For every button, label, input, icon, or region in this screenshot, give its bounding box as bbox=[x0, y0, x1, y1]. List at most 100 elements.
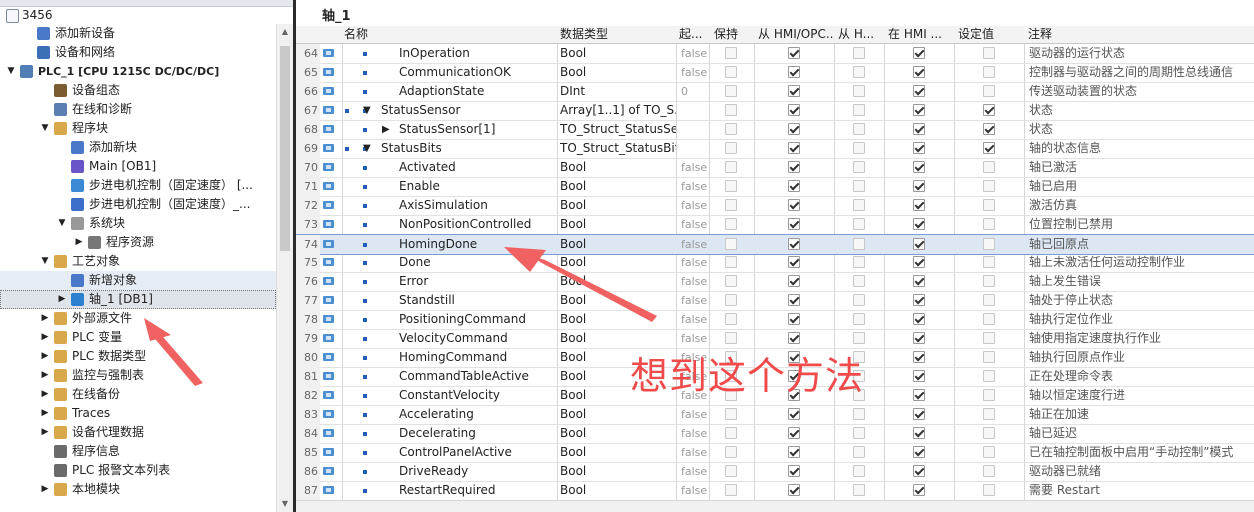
row-start-value[interactable]: false bbox=[681, 44, 707, 63]
row-comment[interactable]: 驱动器已就绪 bbox=[1029, 462, 1101, 481]
visible-hmi-checkbox[interactable] bbox=[913, 408, 925, 420]
row-datatype[interactable]: TO_Struct_StatusSe... bbox=[560, 120, 676, 139]
row-comment[interactable]: 轴已激活 bbox=[1029, 158, 1077, 177]
visible-hmi-checkbox[interactable] bbox=[913, 370, 925, 382]
row-name[interactable]: HomingDone bbox=[399, 235, 477, 254]
row-datatype[interactable]: Bool bbox=[560, 215, 676, 234]
retain-checkbox[interactable] bbox=[725, 238, 737, 250]
setpoint-checkbox[interactable] bbox=[983, 389, 995, 401]
visible-hmi-checkbox[interactable] bbox=[913, 199, 925, 211]
retain-checkbox[interactable] bbox=[725, 104, 737, 116]
expand-icon[interactable]: ▶ bbox=[74, 233, 84, 252]
row-comment[interactable]: 状态 bbox=[1029, 120, 1053, 139]
table-row[interactable]: 69 ▼ StatusBits TO_Struct_StatusBits 轴的状态信息 bbox=[296, 139, 1254, 159]
setpoint-checkbox[interactable] bbox=[983, 294, 995, 306]
tree-item[interactable]: 程序信息 bbox=[0, 442, 276, 461]
tree-item[interactable]: 设备组态 bbox=[0, 81, 276, 100]
visible-hmi-checkbox[interactable] bbox=[913, 123, 925, 135]
writable-hmi-checkbox[interactable] bbox=[853, 104, 865, 116]
tree-item[interactable]: 在线和诊断 bbox=[0, 100, 276, 119]
retain-checkbox[interactable] bbox=[725, 85, 737, 97]
setpoint-checkbox[interactable] bbox=[983, 332, 995, 344]
table-row[interactable]: 71 Enable Bool false 轴已启用 bbox=[296, 177, 1254, 197]
row-start-value[interactable]: false bbox=[681, 424, 707, 443]
table-row[interactable]: 74 HomingDone Bool false 轴已回原点 bbox=[296, 234, 1254, 255]
expand-icon[interactable]: ▶ bbox=[40, 328, 50, 347]
retain-checkbox[interactable] bbox=[725, 408, 737, 420]
expand-icon[interactable]: ▶ bbox=[40, 404, 50, 423]
row-start-value[interactable]: false bbox=[681, 196, 707, 215]
accessible-hmi-checkbox[interactable] bbox=[788, 66, 800, 78]
retain-checkbox[interactable] bbox=[725, 47, 737, 59]
writable-hmi-checkbox[interactable] bbox=[853, 66, 865, 78]
table-row[interactable]: 77 Standstill Bool false 轴处于停止状态 bbox=[296, 291, 1254, 311]
visible-hmi-checkbox[interactable] bbox=[913, 332, 925, 344]
row-name[interactable]: InOperation bbox=[399, 44, 470, 63]
col-header-accessible-hmi[interactable]: 从 HMI/OPC... bbox=[758, 26, 834, 43]
row-name[interactable]: StatusSensor bbox=[381, 101, 460, 120]
expand-icon[interactable]: ▶ bbox=[40, 309, 50, 328]
row-name[interactable]: Standstill bbox=[399, 291, 455, 310]
col-header-retain[interactable]: 保持 bbox=[714, 26, 754, 43]
row-start-value[interactable]: false bbox=[681, 158, 707, 177]
row-comment[interactable]: 轴上未激活任何运动控制作业 bbox=[1029, 253, 1185, 272]
table-row[interactable]: 84 Decelerating Bool false 轴已延迟 bbox=[296, 424, 1254, 444]
writable-hmi-checkbox[interactable] bbox=[853, 408, 865, 420]
writable-hmi-checkbox[interactable] bbox=[853, 256, 865, 268]
scroll-up-icon[interactable]: ▲ bbox=[277, 24, 293, 40]
writable-hmi-checkbox[interactable] bbox=[853, 161, 865, 173]
setpoint-checkbox[interactable] bbox=[983, 104, 995, 116]
setpoint-checkbox[interactable] bbox=[983, 161, 995, 173]
tree-item[interactable]: 步进电机控制（固定速度）_... bbox=[0, 195, 276, 214]
visible-hmi-checkbox[interactable] bbox=[913, 85, 925, 97]
expand-icon[interactable]: ▶ bbox=[40, 385, 50, 404]
visible-hmi-checkbox[interactable] bbox=[913, 427, 925, 439]
row-start-value[interactable]: false bbox=[681, 310, 707, 329]
table-row[interactable]: 65 CommunicationOK Bool false 控制器与驱动器之间的周期性总… bbox=[296, 63, 1254, 83]
col-header-datatype[interactable]: 数据类型 bbox=[560, 26, 674, 43]
expand-icon[interactable]: ▶ bbox=[40, 423, 50, 442]
table-row[interactable]: 78 PositioningCommand Bool false 轴执行定位作业 bbox=[296, 310, 1254, 330]
setpoint-checkbox[interactable] bbox=[983, 484, 995, 496]
row-name[interactable]: AdaptionState bbox=[399, 82, 484, 101]
expand-icon[interactable]: ▶ bbox=[40, 366, 50, 385]
col-header-name[interactable]: 名称 bbox=[344, 26, 554, 43]
writable-hmi-checkbox[interactable] bbox=[853, 238, 865, 250]
row-start-value[interactable]: false bbox=[681, 215, 707, 234]
tree-item[interactable]: ▶ 设备代理数据 bbox=[0, 423, 276, 442]
visible-hmi-checkbox[interactable] bbox=[913, 294, 925, 306]
accessible-hmi-checkbox[interactable] bbox=[788, 332, 800, 344]
retain-checkbox[interactable] bbox=[725, 142, 737, 154]
row-comment[interactable]: 轴的状态信息 bbox=[1029, 139, 1101, 158]
accessible-hmi-checkbox[interactable] bbox=[788, 294, 800, 306]
tree-item[interactable]: ▶ Traces bbox=[0, 404, 276, 423]
visible-hmi-checkbox[interactable] bbox=[913, 161, 925, 173]
row-start-value[interactable]: 0 bbox=[681, 82, 688, 101]
visible-hmi-checkbox[interactable] bbox=[913, 275, 925, 287]
visible-hmi-checkbox[interactable] bbox=[913, 313, 925, 325]
setpoint-checkbox[interactable] bbox=[983, 123, 995, 135]
retain-checkbox[interactable] bbox=[725, 66, 737, 78]
tree-scroll-thumb[interactable] bbox=[280, 46, 290, 251]
setpoint-checkbox[interactable] bbox=[983, 218, 995, 230]
setpoint-checkbox[interactable] bbox=[983, 47, 995, 59]
tree-item[interactable]: ▼ 工艺对象 bbox=[0, 252, 276, 271]
tree-item[interactable]: ▶ PLC 变量 bbox=[0, 328, 276, 347]
accessible-hmi-checkbox[interactable] bbox=[788, 142, 800, 154]
row-name[interactable]: CommandTableActive bbox=[399, 367, 529, 386]
visible-hmi-checkbox[interactable] bbox=[913, 47, 925, 59]
writable-hmi-checkbox[interactable] bbox=[853, 484, 865, 496]
tree-item[interactable]: 步进电机控制（固定速度） [... bbox=[0, 176, 276, 195]
accessible-hmi-checkbox[interactable] bbox=[788, 238, 800, 250]
row-datatype[interactable]: TO_Struct_StatusBits bbox=[560, 139, 676, 158]
row-comment[interactable]: 需要 Restart bbox=[1029, 481, 1100, 500]
writable-hmi-checkbox[interactable] bbox=[853, 332, 865, 344]
visible-hmi-checkbox[interactable] bbox=[913, 104, 925, 116]
row-name[interactable]: StatusBits bbox=[381, 139, 442, 158]
accessible-hmi-checkbox[interactable] bbox=[788, 180, 800, 192]
visible-hmi-checkbox[interactable] bbox=[913, 256, 925, 268]
collapse-icon[interactable]: ▼ bbox=[363, 139, 371, 158]
setpoint-checkbox[interactable] bbox=[983, 313, 995, 325]
retain-checkbox[interactable] bbox=[725, 313, 737, 325]
accessible-hmi-checkbox[interactable] bbox=[788, 161, 800, 173]
